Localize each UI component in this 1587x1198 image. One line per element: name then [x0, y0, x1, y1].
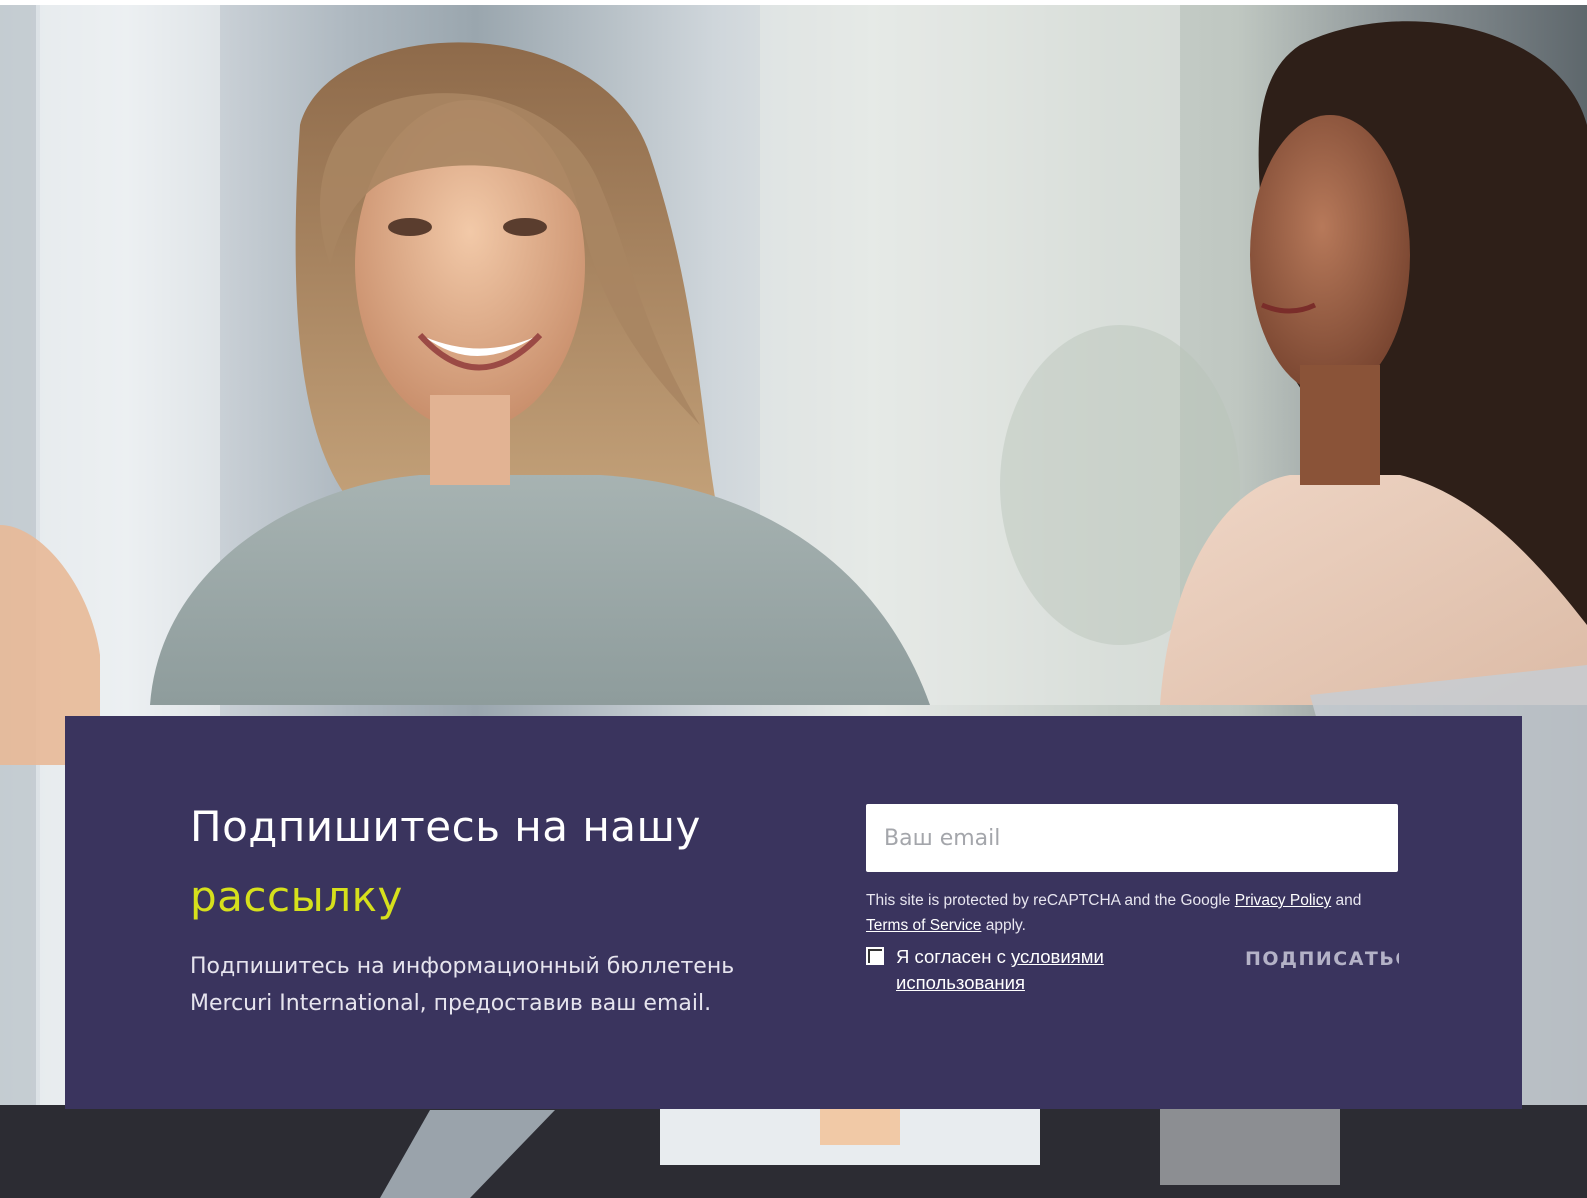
consent-row: Я согласен с условиями использования: [866, 944, 1186, 996]
headline-accent: рассылку: [190, 872, 403, 921]
privacy-policy-link[interactable]: Privacy Policy: [1235, 892, 1331, 909]
signup-description: Подпишитесь на информационный бюллетень …: [190, 954, 735, 1016]
consent-checkbox[interactable]: [866, 947, 884, 965]
terms-of-service-link[interactable]: Terms of Service: [866, 917, 981, 934]
newsletter-signup-panel: Подпишитесь на нашу рассылку Подпишитесь …: [65, 716, 1522, 1109]
consent-label: Я согласен с условиями использования: [896, 944, 1186, 996]
consent-prefix: Я согласен с: [896, 946, 1011, 967]
email-input[interactable]: [866, 804, 1398, 872]
subscribe-button[interactable]: ПОДПИСАТЬСЯ: [1245, 942, 1399, 976]
recaptcha-suffix: apply.: [981, 917, 1026, 934]
headline-main: Подпишитесь на нашу: [190, 802, 701, 851]
recaptcha-and: and: [1331, 892, 1362, 909]
recaptcha-prefix: This site is protected by reCAPTCHA and …: [866, 892, 1235, 909]
recaptcha-notice: This site is protected by reCAPTCHA and …: [866, 888, 1406, 938]
signup-headline: Подпишитесь на нашу рассылку: [190, 792, 750, 932]
page: Подпишитесь на нашу рассылку Подпишитесь …: [0, 0, 1587, 1198]
